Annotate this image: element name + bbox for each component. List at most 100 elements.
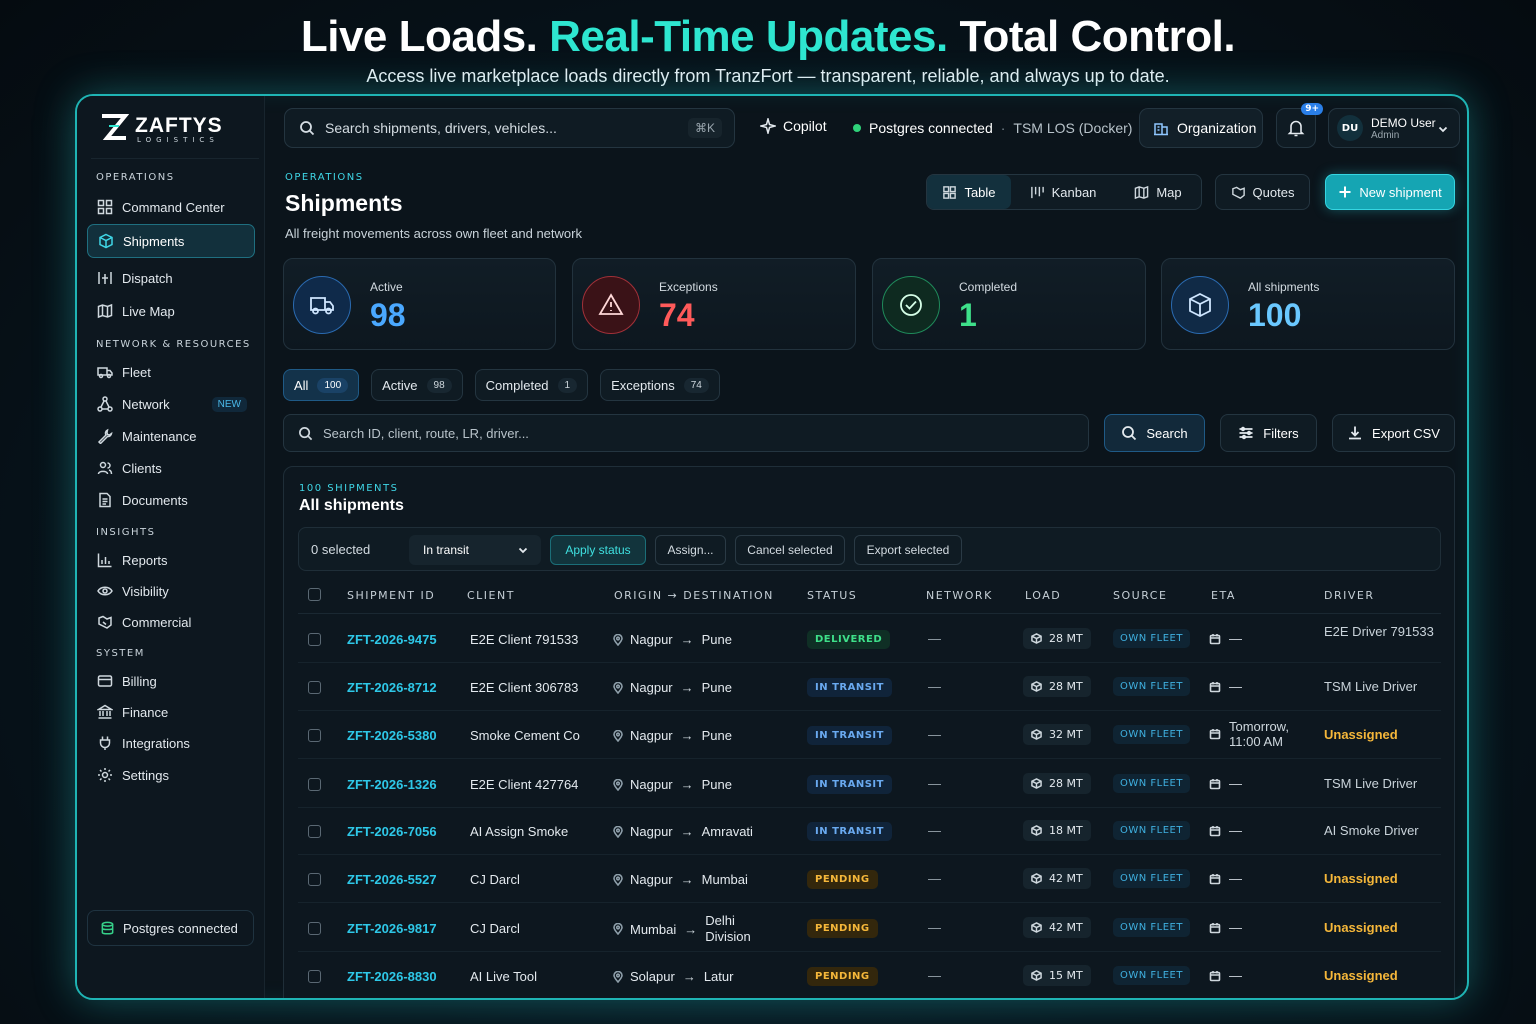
location-pin-icon (613, 681, 623, 694)
new-shipment-button[interactable]: New shipment (1325, 174, 1455, 210)
copilot-button[interactable]: Copilot (760, 118, 827, 134)
sidebar-item-finance[interactable]: Finance (87, 695, 255, 729)
export-csv-button[interactable]: Export CSV (1332, 414, 1455, 452)
sidebar-item-network[interactable]: Network NEW (87, 387, 255, 421)
table-row[interactable]: ZFT-2026-8830 AI Live Tool Solapur → Latur PE… (298, 952, 1441, 998)
row-checkbox[interactable] (308, 778, 321, 791)
filters-button[interactable]: Filters (1220, 414, 1317, 452)
stat-value: 74 (659, 297, 695, 333)
cancel-selected-button[interactable]: Cancel selected (735, 535, 845, 565)
col-header-client[interactable]: CLIENT (467, 589, 515, 602)
sidebar-item-shipments[interactable]: Shipments (87, 224, 255, 258)
section-system: SYSTEM (96, 648, 145, 659)
map-icon (97, 303, 113, 319)
table-row[interactable]: ZFT-2026-5527 CJ Darcl Nagpur → Mumbai PENDIN… (298, 855, 1441, 903)
tab-exceptions[interactable]: Exceptions 74 (600, 369, 720, 401)
organization-button[interactable]: Organization (1139, 108, 1263, 148)
sidebar-item-documents[interactable]: Documents (87, 483, 255, 517)
shipment-id-link[interactable]: ZFT-2026-8712 (347, 680, 437, 695)
driver-name[interactable]: Unassigned (1324, 968, 1434, 983)
view-map-button[interactable]: Map (1115, 175, 1201, 209)
search-button[interactable]: Search (1104, 414, 1205, 452)
col-header-source[interactable]: SOURCE (1113, 589, 1167, 602)
global-search-input[interactable]: Search shipments, drivers, vehicles... ⌘… (284, 108, 735, 148)
quotes-button[interactable]: Quotes (1215, 174, 1310, 210)
sidebar-item-billing[interactable]: Billing (87, 664, 255, 698)
sidebar-item-visibility[interactable]: Visibility (87, 574, 255, 608)
export-selected-button[interactable]: Export selected (854, 535, 962, 565)
tab-completed[interactable]: Completed 1 (474, 369, 589, 401)
sidebar-item-settings[interactable]: Settings (87, 758, 255, 792)
shipment-id-link[interactable]: ZFT-2026-9475 (347, 632, 437, 647)
origin: Nagpur (630, 632, 673, 647)
brand-logo[interactable]: ZAFTYS LOGISTICS (99, 110, 229, 150)
col-header-network[interactable]: NETWORK (926, 589, 993, 602)
stat-card-active[interactable]: Active 98 (283, 258, 556, 350)
sidebar-item-label: Fleet (122, 364, 151, 380)
stat-value: 98 (370, 297, 406, 333)
table-row[interactable]: ZFT-2026-5380 Smoke Cement Co Nagpur → Pune I… (298, 711, 1441, 759)
row-checkbox[interactable] (308, 873, 321, 886)
sidebar-item-maintenance[interactable]: Maintenance (87, 419, 255, 453)
quote-icon (1231, 186, 1245, 199)
table-row[interactable]: ZFT-2026-9475 E2E Client 791533 Nagpur → Pun… (298, 615, 1441, 663)
bell-icon (1287, 120, 1305, 137)
table-row[interactable]: ZFT-2026-9817 CJ Darcl Mumbai → Delhi Divisi… (298, 904, 1441, 952)
table-row[interactable]: ZFT-2026-8712 E2E Client 306783 Nagpur → Pun… (298, 663, 1441, 711)
col-header-eta[interactable]: ETA (1211, 589, 1236, 602)
sidebar-item-dispatch[interactable]: Dispatch (87, 261, 255, 295)
shipment-id-link[interactable]: ZFT-2026-5380 (347, 728, 437, 743)
assign-button[interactable]: Assign... (655, 535, 726, 565)
row-checkbox[interactable] (308, 633, 321, 646)
driver-name[interactable]: Unassigned (1324, 727, 1434, 742)
status-select[interactable]: In transit (409, 535, 541, 565)
driver-name[interactable]: Unassigned (1324, 920, 1434, 935)
shipment-id-link[interactable]: ZFT-2026-7056 (347, 824, 437, 839)
sidebar-item-reports[interactable]: Reports (87, 543, 255, 577)
shipment-id-link[interactable]: ZFT-2026-1326 (347, 777, 437, 792)
row-checkbox[interactable] (308, 825, 321, 838)
row-checkbox[interactable] (308, 970, 321, 983)
sidebar-item-command-center[interactable]: Command Center (87, 190, 255, 224)
section-operations: OPERATIONS (96, 172, 175, 183)
eta: — (1209, 776, 1242, 791)
selected-count: 0 selected (311, 542, 371, 557)
select-all-checkbox[interactable] (308, 588, 321, 601)
stat-card-completed[interactable]: Completed 1 (872, 258, 1146, 350)
status-badge: IN TRANSIT (807, 822, 892, 841)
tab-active[interactable]: Active 98 (371, 369, 463, 401)
shipment-search-input[interactable]: Search ID, client, route, LR, driver... (283, 414, 1089, 452)
sidebar-item-clients[interactable]: Clients (87, 451, 255, 485)
col-header-id[interactable]: SHIPMENT ID (347, 589, 435, 602)
col-header-route[interactable]: ORIGIN → DESTINATION (614, 589, 774, 602)
status-badge: PENDING (807, 870, 878, 889)
table-row[interactable]: ZFT-2026-7056 AI Assign Smoke Nagpur → Amrav… (298, 807, 1441, 855)
calendar-icon (1209, 825, 1221, 836)
row-checkbox[interactable] (308, 922, 321, 935)
user-menu[interactable]: DU DEMO User Admin (1328, 108, 1460, 148)
shipment-id-link[interactable]: ZFT-2026-8830 (347, 969, 437, 984)
col-header-driver[interactable]: DRIVER (1324, 589, 1374, 602)
row-checkbox[interactable] (308, 729, 321, 742)
stat-icon-wrap (1171, 276, 1229, 334)
tab-all[interactable]: All 100 (283, 369, 360, 401)
view-table-button[interactable]: Table (927, 175, 1011, 209)
shipment-id-link[interactable]: ZFT-2026-9817 (347, 921, 437, 936)
stat-card-exceptions[interactable]: Exceptions 74 (572, 258, 856, 350)
db-env-text: TSM LOS (Docker) (1013, 120, 1133, 136)
shipment-id-link[interactable]: ZFT-2026-5527 (347, 872, 437, 887)
sidebar-item-fleet[interactable]: Fleet (87, 355, 255, 389)
sidebar-item-integrations[interactable]: Integrations (87, 726, 255, 760)
sidebar-item-commercial[interactable]: Commercial (87, 605, 255, 639)
row-checkbox[interactable] (308, 681, 321, 694)
table-row[interactable]: ZFT-2026-1326 E2E Client 427764 Nagpur → Pun… (298, 760, 1441, 808)
col-header-status[interactable]: STATUS (807, 589, 857, 602)
stat-card-all[interactable]: All shipments 100 (1161, 258, 1455, 350)
sidebar-item-live-map[interactable]: Live Map (87, 294, 255, 328)
brand-name: ZAFTYS (135, 114, 223, 137)
view-kanban-button[interactable]: Kanban (1011, 175, 1115, 209)
notifications-button[interactable]: 9+ (1276, 103, 1323, 148)
apply-status-button[interactable]: Apply status (550, 535, 646, 565)
col-header-load[interactable]: LOAD (1025, 589, 1061, 602)
driver-name[interactable]: Unassigned (1324, 871, 1434, 886)
